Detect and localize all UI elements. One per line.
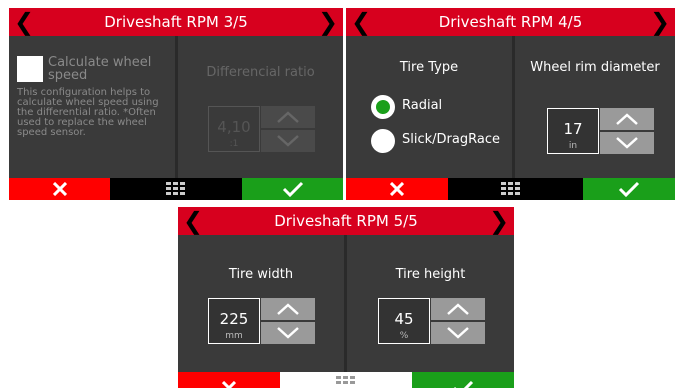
grid-menu-icon[interactable] [166,182,186,196]
chevron-down-icon [277,135,299,147]
tire-width-stepper: 225 mm [208,298,315,344]
tire-height-value-box[interactable]: 45 % [378,298,430,344]
screen-driveshaft-rpm-5: Driveshaft RPM 5/5 ❮ ❯ Tire width 225 mm… [178,207,514,388]
tire-width-down-button[interactable] [261,322,315,344]
cancel-button[interactable] [9,178,110,200]
calculate-wheel-speed-checkbox[interactable] [17,56,43,82]
chevron-up-icon [447,303,469,315]
tire-height-value: 45 [394,310,414,328]
differential-ratio-value-box: 4,10 :1 [208,106,260,152]
left-panel: Calculate wheel speed This configuration… [9,36,175,178]
tire-width-label: Tire width [228,267,294,282]
tire-width-value: 225 [219,310,249,328]
check-icon [282,181,303,197]
chevron-down-icon [277,327,299,339]
tire-height-down-button[interactable] [431,322,485,344]
differential-ratio-up-button [261,106,315,128]
differential-ratio-stepper: 4,10 :1 [208,106,315,152]
check-icon [454,380,474,388]
screen-driveshaft-rpm-3: Driveshaft RPM 3/5 ❮ ❯ Calculate wheel s… [9,8,343,200]
prev-page-button[interactable]: ❮ [11,8,37,36]
screen-title: Driveshaft RPM 4/5 [438,13,583,31]
next-page-button[interactable]: ❯ [486,207,512,235]
check-icon [618,181,640,197]
tire-height-panel: Tire height 45 % [347,235,514,372]
chevron-down-icon [447,327,469,339]
x-icon [222,381,236,388]
radio-radial-indicator [371,95,395,119]
rim-down-button[interactable] [600,132,654,154]
bottom-bar [346,178,675,200]
tire-height-arrows [431,298,485,344]
radio-radial-label: Radial [402,98,443,113]
next-page-button[interactable]: ❯ [647,8,673,36]
x-icon [390,182,404,196]
chevron-up-icon [277,111,299,123]
differential-ratio-label: Differencial ratio [206,65,315,80]
chevron-up-icon [277,303,299,315]
tire-type-label: Tire Type [399,60,459,75]
title-bar: Driveshaft RPM 3/5 [9,8,343,36]
tire-width-arrows [261,298,315,344]
grid-menu-icon[interactable] [500,182,521,196]
differential-ratio-arrows [261,106,315,152]
rim-value-box[interactable]: 17 in [547,108,599,154]
x-icon [52,182,67,196]
rim-up-button[interactable] [600,108,654,130]
tire-height-up-button[interactable] [431,298,485,320]
confirm-button[interactable] [412,372,514,388]
title-bar: Driveshaft RPM 4/5 [346,8,675,36]
rim-arrows [600,108,654,154]
bottom-bar [9,178,343,200]
tire-width-panel: Tire width 225 mm [178,235,344,372]
tire-height-label: Tire height [395,267,466,282]
tire-width-up-button[interactable] [261,298,315,320]
grid-menu-icon[interactable] [336,376,356,388]
screen-driveshaft-rpm-4: Driveshaft RPM 4/5 ❮ ❯ Tire Type Radial … [346,8,675,200]
checkbox-label: Calculate wheel speed [48,55,152,83]
title-bar: Driveshaft RPM 5/5 [178,207,514,235]
prev-page-button[interactable]: ❮ [180,207,206,235]
bottom-bar [178,372,514,388]
cancel-button[interactable] [346,178,448,200]
prev-page-button[interactable]: ❮ [348,8,374,36]
differential-ratio-value: 4,10 [217,118,251,136]
screen-title: Driveshaft RPM 3/5 [104,13,248,31]
description-text: This configuration helps to calculate wh… [17,87,159,138]
rim-unit: in [568,141,578,151]
right-panel: Differencial ratio 4,10 :1 [178,36,343,178]
screen-title: Driveshaft RPM 5/5 [274,212,418,230]
chevron-up-icon [616,113,638,125]
tire-height-unit: % [399,331,409,341]
tire-width-unit: mm [225,331,243,341]
rim-diameter-panel: Wheel rim diameter 17 in [515,36,675,178]
tire-width-value-box[interactable]: 225 mm [208,298,260,344]
tire-type-panel: Tire Type Radial Slick/DragRace [346,36,512,178]
next-page-button[interactable]: ❯ [315,8,341,36]
tire-height-stepper: 45 % [378,298,485,344]
chevron-down-icon [616,137,638,149]
cancel-button[interactable] [178,372,280,388]
wheel-rim-diameter-stepper: 17 in [547,108,654,154]
rim-value: 17 [563,120,583,138]
radio-slick-label: Slick/DragRace [402,132,500,147]
wheel-rim-diameter-label: Wheel rim diameter [530,60,660,75]
radio-slick-indicator [371,129,395,153]
differential-ratio-down-button [261,130,315,152]
confirm-button[interactable] [583,178,675,200]
confirm-button[interactable] [242,178,343,200]
differential-ratio-unit: :1 [229,139,239,149]
